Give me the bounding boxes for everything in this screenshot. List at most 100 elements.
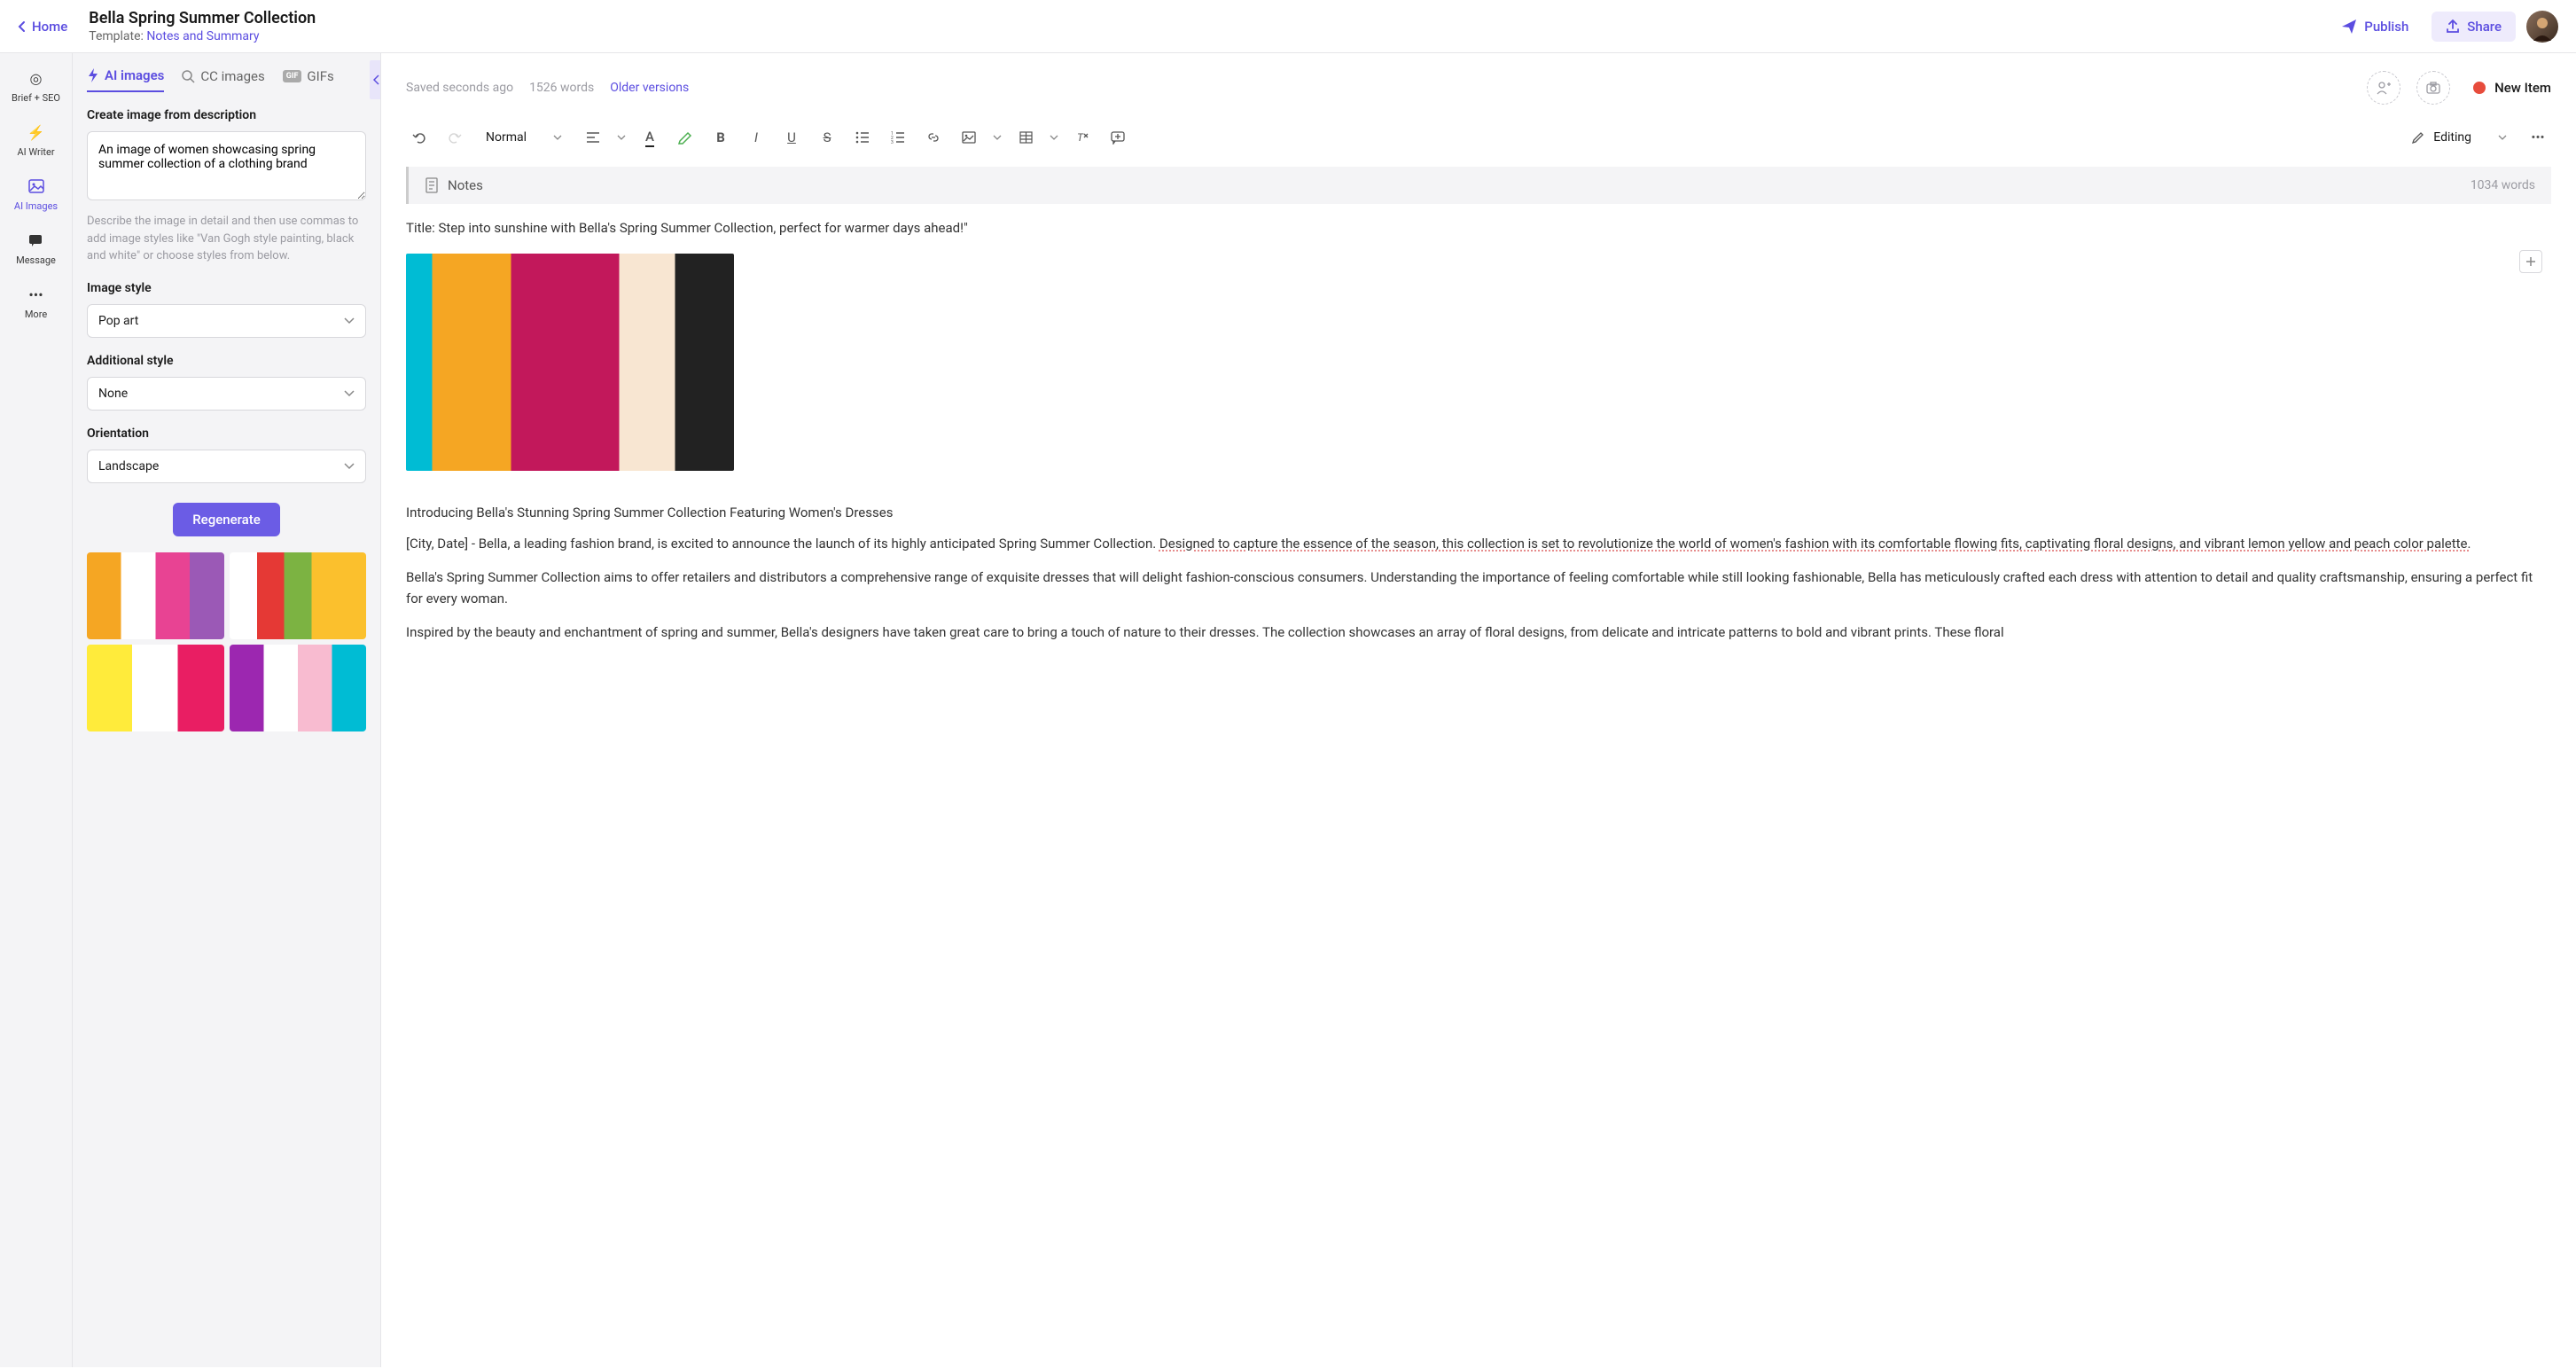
image-icon <box>962 131 976 144</box>
rail-brief-seo[interactable]: ◎ Brief + SEO <box>12 69 60 104</box>
more-toolbar-button[interactable]: ••• <box>2525 124 2551 151</box>
add-comment-button[interactable] <box>2519 250 2542 273</box>
rail-ai-writer[interactable]: ⚡ AI Writer <box>17 123 54 158</box>
plus-icon <box>2525 256 2536 267</box>
format-value: Normal <box>486 130 527 145</box>
image-dropdown[interactable] <box>991 124 1003 151</box>
upload-icon <box>2446 20 2460 34</box>
new-item-status: New Item <box>2473 80 2551 96</box>
undo-button[interactable] <box>406 124 433 151</box>
save-status: Saved seconds ago <box>406 81 513 95</box>
hero-image[interactable] <box>406 254 734 471</box>
note-icon <box>425 177 439 193</box>
align-dropdown[interactable] <box>615 124 628 151</box>
versions-link[interactable]: Older versions <box>610 81 689 95</box>
style-label: Image style <box>87 281 366 295</box>
description-hint: Describe the image in detail and then us… <box>87 213 366 265</box>
publish-button[interactable]: Publish <box>2329 12 2421 42</box>
thumbnail-4[interactable] <box>230 645 367 731</box>
rail-more[interactable]: ••• More <box>25 286 47 320</box>
highlight-button[interactable] <box>672 124 699 151</box>
description-label: Create image from description <box>87 108 366 122</box>
home-label: Home <box>32 19 67 35</box>
chevron-left-icon <box>373 74 380 85</box>
description-input[interactable] <box>87 131 366 200</box>
chevron-down-icon <box>617 135 626 140</box>
bolt-icon: ⚡ <box>27 123 44 141</box>
bullet-list-button[interactable] <box>849 124 876 151</box>
avatar[interactable] <box>2526 11 2558 43</box>
status-dot-icon <box>2473 82 2486 94</box>
body-heading: Introducing Bella's Stunning Spring Summ… <box>406 505 2551 520</box>
format-select[interactable]: Normal <box>477 125 571 150</box>
body-paragraph-3: Inspired by the beauty and enchantment o… <box>406 622 2551 643</box>
header-actions: Publish Share <box>2329 11 2558 43</box>
search-icon <box>182 70 195 83</box>
new-item-label: New Item <box>2494 80 2551 96</box>
tab-gifs[interactable]: GIF GIFs <box>283 67 334 92</box>
editor-content[interactable]: Title: Step into sunshine with Bella's S… <box>381 204 2576 1367</box>
addl-style-select[interactable]: None <box>87 377 366 411</box>
editor-toolbar: Normal A B I U S 123 T Editing <box>381 117 2576 158</box>
rail-message-label: Message <box>16 254 56 266</box>
align-button[interactable] <box>580 124 606 151</box>
send-icon <box>2341 19 2357 35</box>
orientation-select[interactable]: Landscape <box>87 450 366 483</box>
chevron-down-icon <box>2498 135 2507 140</box>
thumbnail-1[interactable] <box>87 552 224 639</box>
body-paragraph-1: [City, Date] - Bella, a leading fashion … <box>406 533 2551 554</box>
tab-ai-images[interactable]: AI images <box>87 67 164 92</box>
align-icon <box>586 131 600 144</box>
rail-message[interactable]: Message <box>16 231 56 266</box>
comment-button[interactable] <box>1105 124 1131 151</box>
target-icon: ◎ <box>27 69 45 87</box>
thumbnail-2[interactable] <box>230 552 367 639</box>
editing-mode-select[interactable]: Editing <box>2402 130 2516 145</box>
image-icon <box>27 177 45 195</box>
template-link[interactable]: Notes and Summary <box>146 29 259 43</box>
table-dropdown[interactable] <box>1048 124 1060 151</box>
attachment-button[interactable] <box>2416 71 2450 105</box>
rail-ai-images[interactable]: AI Images <box>14 177 58 212</box>
home-link[interactable]: Home <box>18 19 67 35</box>
p1-part-a: [City, Date] - Bella, a leading fashion … <box>406 536 1159 552</box>
pencil-icon <box>2411 131 2424 145</box>
strike-button[interactable]: S <box>814 124 840 151</box>
redo-button[interactable] <box>441 124 468 151</box>
chevron-down-icon <box>1050 135 1058 140</box>
left-rail: ◎ Brief + SEO ⚡ AI Writer AI Images Mess… <box>0 53 73 1367</box>
chevron-left-icon <box>18 20 27 33</box>
link-button[interactable] <box>920 124 947 151</box>
thumbnail-3[interactable] <box>87 645 224 731</box>
bullet-list-icon <box>855 131 870 144</box>
text-color-button[interactable]: A <box>636 124 663 151</box>
main-layout: ◎ Brief + SEO ⚡ AI Writer AI Images Mess… <box>0 53 2576 1367</box>
style-select[interactable]: Pop art <box>87 304 366 338</box>
italic-button[interactable]: I <box>743 124 769 151</box>
regenerate-button[interactable]: Regenerate <box>173 503 280 536</box>
table-button[interactable] <box>1012 124 1039 151</box>
add-collaborator-button[interactable] <box>2367 71 2400 105</box>
underline-button[interactable]: U <box>778 124 805 151</box>
chevron-down-icon <box>553 135 562 140</box>
undo-icon <box>412 130 426 145</box>
bold-button[interactable]: B <box>707 124 734 151</box>
tab-cc-label: CC images <box>200 68 264 84</box>
share-button[interactable]: Share <box>2432 12 2516 42</box>
tab-cc-images[interactable]: CC images <box>182 67 264 92</box>
text-color-icon: A <box>645 129 654 147</box>
clear-format-button[interactable]: T <box>1069 124 1096 151</box>
rail-brief-label: Brief + SEO <box>12 92 60 104</box>
image-button[interactable] <box>956 124 982 151</box>
editor-area: Saved seconds ago 1526 words Older versi… <box>381 53 2576 1367</box>
dots-icon: ••• <box>27 286 45 303</box>
publish-label: Publish <box>2364 19 2408 35</box>
notes-section-header: Notes 1034 words <box>406 167 2551 204</box>
orientation-label: Orientation <box>87 426 366 441</box>
redo-icon <box>448 130 462 145</box>
ordered-list-button[interactable]: 123 <box>885 124 911 151</box>
app-header: Home Bella Spring Summer Collection Temp… <box>0 0 2576 53</box>
addl-style-value: None <box>98 387 128 401</box>
image-panel: AI images CC images GIF GIFs Create imag… <box>73 53 381 1367</box>
collapse-panel-button[interactable] <box>370 60 381 99</box>
